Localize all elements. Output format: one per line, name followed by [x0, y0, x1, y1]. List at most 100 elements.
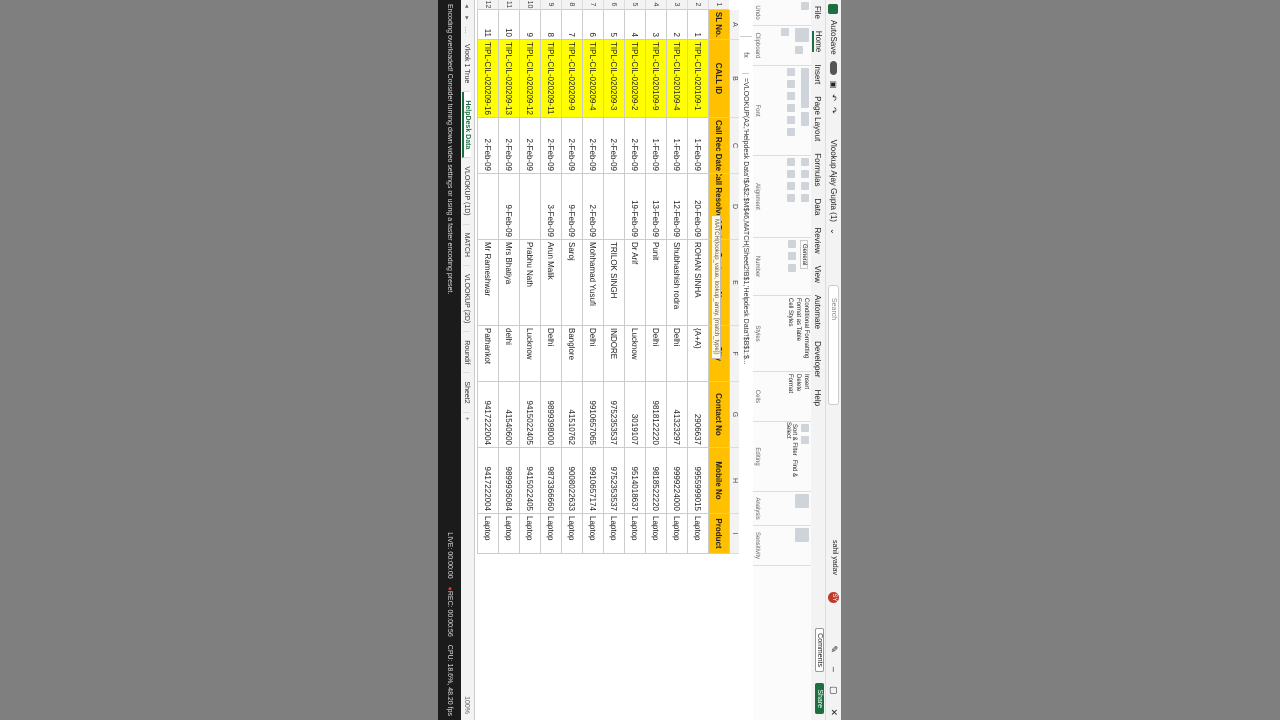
- table-cell[interactable]: {A+A}: [687, 326, 708, 382]
- table-cell[interactable]: Laptop: [666, 514, 687, 554]
- undo-icon[interactable]: [801, 2, 809, 10]
- table-cell[interactable]: 9-Feb-09: [561, 174, 582, 240]
- table-cell[interactable]: 2-Feb-09: [582, 118, 603, 174]
- table-cell[interactable]: 20-Feb-09: [687, 174, 708, 240]
- merge-icon[interactable]: [787, 194, 795, 202]
- analyze-data-icon[interactable]: [795, 494, 809, 508]
- save-icon[interactable]: ▣: [829, 81, 838, 89]
- font-name-select[interactable]: [801, 68, 809, 108]
- row-header[interactable]: 6: [603, 0, 624, 10]
- fx-icon[interactable]: fx: [742, 37, 750, 74]
- table-cell[interactable]: [519, 174, 540, 240]
- table-cell[interactable]: [477, 174, 498, 240]
- row-header[interactable]: 5: [624, 0, 645, 10]
- table-cell[interactable]: Laptop: [561, 514, 582, 554]
- table-cell[interactable]: 2-Feb-09: [561, 118, 582, 174]
- table-cell[interactable]: 8: [540, 10, 561, 40]
- sheet-tab-active[interactable]: HelpDesk Data: [462, 92, 472, 159]
- table-cell[interactable]: 1-Feb-09: [687, 118, 708, 174]
- table-cell[interactable]: 9955999015: [687, 448, 708, 514]
- table-cell[interactable]: Lucknow: [624, 326, 645, 382]
- table-cell[interactable]: 6: [582, 10, 603, 40]
- table-cell[interactable]: TIPL-CIL-020209-9: [561, 40, 582, 118]
- format-as-table-button[interactable]: Format as Table: [795, 298, 801, 369]
- table-cell[interactable]: Shubhashish rodra: [666, 240, 687, 326]
- table-cell[interactable]: 2-Feb-09: [540, 118, 561, 174]
- row-header[interactable]: 11: [498, 0, 519, 10]
- table-cell[interactable]: 41510762: [561, 382, 582, 448]
- table-header-cell[interactable]: Contact No: [708, 382, 729, 448]
- tab-developer[interactable]: Developer: [814, 341, 823, 377]
- redo-icon[interactable]: ↷: [829, 107, 838, 114]
- table-cell[interactable]: 5: [603, 10, 624, 40]
- table-cell[interactable]: 2-Feb-09: [477, 118, 498, 174]
- row-header[interactable]: 8: [561, 0, 582, 10]
- prev-sheet-icon[interactable]: ◂: [463, 0, 471, 12]
- table-cell[interactable]: TIPL-CIL-020209-3: [603, 40, 624, 118]
- align-right-icon[interactable]: [787, 182, 795, 190]
- sheet-tab[interactable]: Sheet2: [463, 373, 471, 413]
- cell-styles-button[interactable]: Cell Styles: [787, 298, 793, 369]
- add-sheet-icon[interactable]: +: [464, 413, 471, 425]
- table-cell[interactable]: 9-Feb-09: [498, 174, 519, 240]
- table-cell[interactable]: 13-Feb-09: [645, 174, 666, 240]
- table-cell[interactable]: 41540600: [498, 382, 519, 448]
- autosum-icon[interactable]: [801, 424, 809, 432]
- table-cell[interactable]: TIPL-CIL-020109-9: [645, 40, 666, 118]
- copy-icon[interactable]: [781, 28, 789, 36]
- table-cell[interactable]: 19-Feb-09: [624, 174, 645, 240]
- table-cell[interactable]: 9910657174: [582, 448, 603, 514]
- sheet-tab[interactable]: Roundif: [463, 332, 471, 374]
- table-cell[interactable]: 9417222004: [477, 382, 498, 448]
- sheet-tab[interactable]: VLOOKUP (1D): [463, 158, 471, 225]
- table-cell[interactable]: Laptop: [687, 514, 708, 554]
- next-sheet-icon[interactable]: ▸: [463, 12, 471, 24]
- table-cell[interactable]: Banglore: [561, 326, 582, 382]
- table-header-cell[interactable]: Product: [708, 514, 729, 554]
- tab-formulas[interactable]: Formulas: [814, 153, 823, 186]
- table-cell[interactable]: Delhi: [540, 326, 561, 382]
- table-cell[interactable]: 2-Feb-09: [519, 118, 540, 174]
- avatar[interactable]: SY: [828, 592, 839, 603]
- sheet-tab[interactable]: VLOOKUP (2D): [463, 266, 471, 333]
- column-header-a[interactable]: A: [729, 10, 739, 40]
- sheet-tab[interactable]: MATCH: [463, 224, 471, 266]
- table-cell[interactable]: TIPL-CIL-020209-11: [540, 40, 561, 118]
- share-button[interactable]: Share: [815, 683, 824, 714]
- tab-view[interactable]: View: [814, 266, 823, 283]
- table-cell[interactable]: 9415022405: [519, 382, 540, 448]
- cut-icon[interactable]: [795, 46, 803, 54]
- column-header-i[interactable]: I: [729, 514, 739, 554]
- table-cell[interactable]: 9999224000: [666, 448, 687, 514]
- tab-home[interactable]: Home: [812, 30, 824, 53]
- table-cell[interactable]: 2-Feb-09: [498, 118, 519, 174]
- column-header-g[interactable]: G: [729, 382, 739, 448]
- formula-input[interactable]: =VLOOKUP(A2,'Helpdesk Data'!$A$2:$M$46,M…: [743, 74, 750, 365]
- table-cell[interactable]: TIPL-CIL-020209-16: [477, 40, 498, 118]
- autosave-toggle[interactable]: [830, 60, 837, 75]
- table-header-cell[interactable]: Mobile No: [708, 448, 729, 514]
- row-header[interactable]: 7: [582, 0, 603, 10]
- minimize-icon[interactable]: –: [828, 667, 839, 672]
- table-cell[interactable]: Arun Malik: [540, 240, 561, 326]
- table-cell[interactable]: 1-Feb-09: [645, 118, 666, 174]
- row-header[interactable]: 4: [645, 0, 666, 10]
- table-cell[interactable]: [603, 174, 624, 240]
- table-cell[interactable]: 2-Feb-09: [582, 174, 603, 240]
- table-cell[interactable]: Mohhamad Yusufi: [582, 240, 603, 326]
- row-header[interactable]: 3: [666, 0, 687, 10]
- search-input[interactable]: Search: [828, 285, 839, 405]
- column-header-d[interactable]: D: [729, 174, 739, 240]
- border-icon[interactable]: [787, 104, 795, 112]
- table-cell[interactable]: Dr Arif: [624, 240, 645, 326]
- wrap-text-icon[interactable]: [801, 194, 809, 202]
- table-cell[interactable]: Mrs Bhatiya: [498, 240, 519, 326]
- align-bottom-icon[interactable]: [801, 182, 809, 190]
- chevron-down-icon[interactable]: ⌄: [829, 228, 838, 235]
- table-cell[interactable]: Delhi: [582, 326, 603, 382]
- row-header[interactable]: 9: [540, 0, 561, 10]
- file-name[interactable]: Vlookup Ajay Gupta (1): [829, 140, 838, 222]
- delete-button[interactable]: Delete: [795, 374, 801, 419]
- table-cell[interactable]: TIPL-CIL-020209-4: [582, 40, 603, 118]
- table-cell[interactable]: 3: [645, 10, 666, 40]
